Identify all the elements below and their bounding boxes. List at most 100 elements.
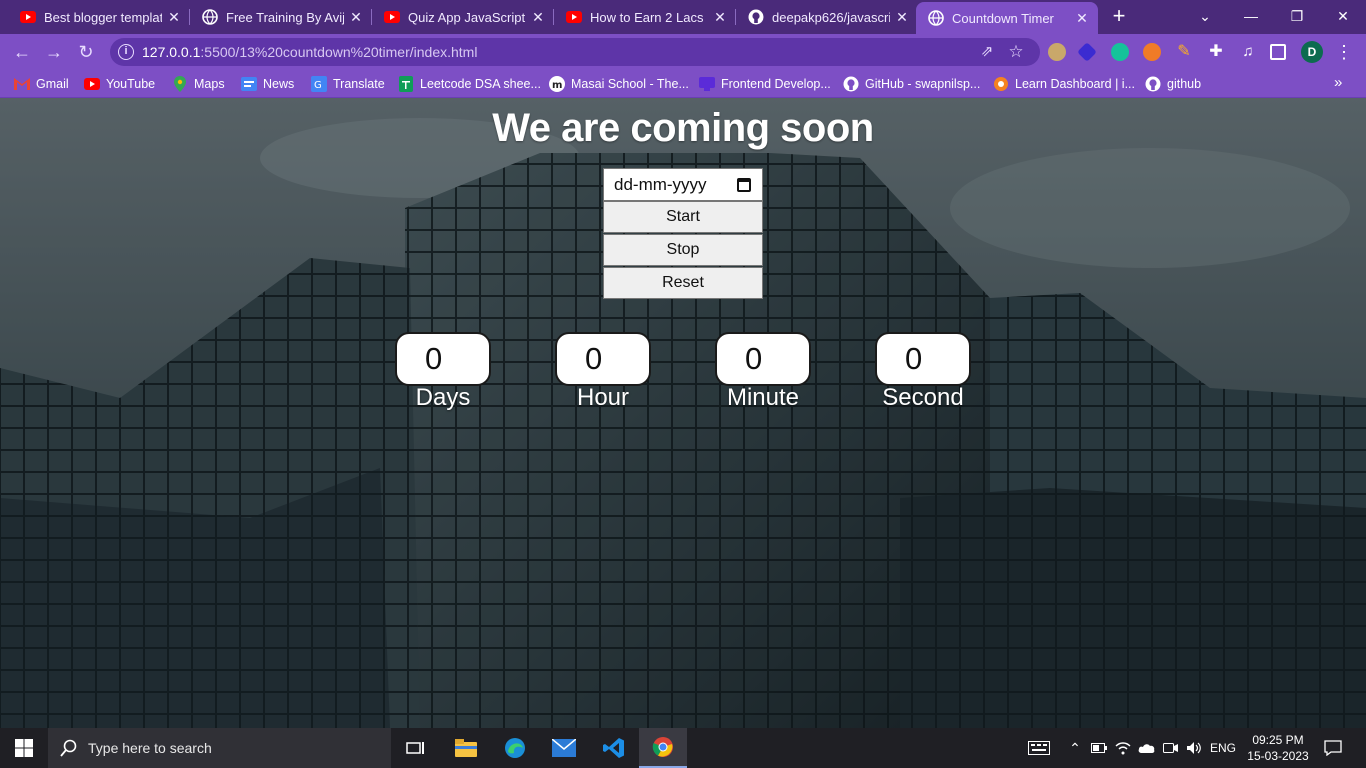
site-info-icon[interactable]: i [118, 44, 134, 60]
bookmark-news[interactable]: News [241, 75, 294, 93]
start-button[interactable]: Start [603, 201, 763, 233]
days-value: 0 [395, 332, 491, 386]
more-bookmarks-icon[interactable]: » [1334, 74, 1342, 91]
restore-button[interactable]: ❐ [1274, 0, 1320, 34]
new-tab-button[interactable]: + [1108, 5, 1130, 28]
github-icon [748, 9, 764, 25]
tab-title: Best blogger template [44, 9, 162, 25]
browser-toolbar: ← → ↻ i 127.0.0.1:5500/13%20countdown%20… [0, 34, 1366, 70]
search-placeholder: Type here to search [88, 740, 212, 756]
bookmark-youtube[interactable]: YouTube [84, 75, 155, 93]
tab-earn-lacs[interactable]: How to Earn 2 Lacs Pe ✕ [554, 0, 736, 34]
close-tab-icon[interactable]: ✕ [712, 9, 728, 25]
seconds-value: 0 [875, 332, 971, 386]
days-label: Days [415, 384, 471, 411]
keyboard-tray-icon[interactable] [1026, 728, 1052, 768]
translate-icon: G [311, 76, 327, 92]
hours-label: Hour [576, 384, 630, 411]
system-clock[interactable]: 09:25 PM 15-03-2023 [1240, 732, 1316, 764]
mail-icon[interactable] [540, 728, 588, 768]
tab-best-blogger[interactable]: Best blogger template ✕ [8, 0, 190, 34]
wifi-icon[interactable] [1114, 728, 1132, 768]
close-tab-icon[interactable]: ✕ [166, 9, 182, 25]
taskbar-search-box[interactable]: Type here to search [48, 728, 391, 768]
cloud-sync-icon[interactable] [1138, 728, 1156, 768]
task-view-icon[interactable] [392, 728, 440, 768]
language-indicator[interactable]: ENG [1208, 728, 1238, 768]
date-input[interactable]: dd-mm-yyyy [603, 168, 763, 201]
chrome-icon[interactable] [639, 728, 687, 768]
globe-icon [928, 10, 944, 26]
profile-avatar[interactable]: D [1301, 41, 1323, 63]
clock-date: 15-03-2023 [1247, 749, 1309, 763]
calendar-icon[interactable] [737, 178, 751, 192]
bookmark-leetcode-sheet[interactable]: Leetcode DSA shee... [398, 75, 541, 93]
reset-button[interactable]: Reset [603, 267, 763, 299]
forward-button[interactable]: → [42, 40, 66, 64]
close-tab-icon[interactable]: ✕ [1074, 10, 1090, 26]
tab-quiz-app[interactable]: Quiz App JavaScript: E ✕ [372, 0, 554, 34]
windows-logo-icon [15, 739, 33, 757]
close-tab-icon[interactable]: ✕ [348, 9, 364, 25]
battery-icon[interactable] [1090, 728, 1108, 768]
hours-value: 0 [555, 332, 651, 386]
seconds-counter: 0 Second [875, 332, 971, 411]
chrome-menu-icon[interactable]: ⋮ [1335, 40, 1353, 64]
hours-counter: 0 Hour [555, 332, 651, 411]
close-window-button[interactable]: ✕ [1320, 0, 1366, 34]
back-button[interactable]: ← [10, 40, 34, 64]
tab-countdown-timer[interactable]: Countdown Timer ✕ [916, 2, 1098, 34]
show-hidden-icons-icon[interactable]: ⌃ [1066, 728, 1084, 768]
close-tab-icon[interactable]: ✕ [894, 9, 910, 25]
extensions-puzzle-icon[interactable]: ✚ [1207, 43, 1225, 61]
gmail-icon [14, 76, 30, 92]
minimize-button[interactable]: — [1228, 0, 1274, 34]
media-control-icon[interactable]: ♫ [1239, 43, 1257, 61]
reload-button[interactable]: ↻ [74, 40, 98, 64]
youtube-icon [566, 9, 582, 25]
file-explorer-icon[interactable] [442, 728, 490, 768]
page-heading: We are coming soon [492, 106, 874, 150]
side-panel-icon[interactable] [1270, 44, 1286, 60]
minutes-value: 0 [715, 332, 811, 386]
frontend-icon [699, 76, 715, 92]
tab-free-training[interactable]: Free Training By Avijit ✕ [190, 0, 372, 34]
sheets-icon [398, 76, 414, 92]
bookmark-learn-dashboard[interactable]: Learn Dashboard | i... [993, 75, 1135, 93]
bookmark-masai-school[interactable]: m Masai School - The... [549, 75, 689, 93]
bookmark-frontend-develop[interactable]: Frontend Develop... [699, 75, 831, 93]
close-tab-icon[interactable]: ✕ [530, 9, 546, 25]
grammarly-icon[interactable] [1111, 43, 1129, 61]
bookmark-translate[interactable]: G Translate [311, 75, 385, 93]
bookmark-star-icon[interactable]: ☆ [1006, 42, 1026, 62]
vscode-icon[interactable] [590, 728, 638, 768]
extension-pen-icon[interactable]: ✎ [1175, 43, 1193, 61]
volume-icon[interactable] [1185, 728, 1203, 768]
learn-icon [993, 76, 1009, 92]
tab-title: Quiz App JavaScript: E [408, 9, 526, 25]
svg-text:m: m [552, 80, 562, 91]
bookmark-gmail[interactable]: Gmail [14, 75, 69, 93]
address-bar[interactable]: i 127.0.0.1:5500/13%20countdown%20timer/… [110, 38, 1040, 66]
youtube-icon [384, 9, 400, 25]
meet-now-icon[interactable] [1162, 728, 1180, 768]
edge-icon[interactable] [491, 728, 539, 768]
tab-strip: Best blogger template ✕ Free Training By… [0, 0, 1366, 34]
extension-owl-icon[interactable] [1048, 43, 1066, 61]
tab-github-deepak[interactable]: deepakp626/javascrip ✕ [736, 0, 918, 34]
tab-search-button[interactable]: ⌄ [1182, 0, 1228, 34]
extension-flame-icon[interactable] [1143, 43, 1161, 61]
seconds-label: Second [882, 384, 964, 411]
bookmark-github-swapnil[interactable]: GitHub - swapnilsp... [843, 75, 980, 93]
globe-icon [202, 9, 218, 25]
minutes-label: Minute [726, 384, 800, 411]
bookmark-maps[interactable]: Maps [172, 75, 225, 93]
share-icon[interactable]: ⇗ [978, 43, 996, 61]
notifications-icon[interactable] [1320, 728, 1346, 768]
extension-diamond-icon[interactable] [1077, 42, 1097, 62]
minutes-counter: 0 Minute [715, 332, 811, 411]
stop-button[interactable]: Stop [603, 234, 763, 266]
start-menu-button[interactable] [0, 728, 48, 768]
days-counter: 0 Days [395, 332, 491, 411]
bookmark-github[interactable]: github [1145, 75, 1201, 93]
